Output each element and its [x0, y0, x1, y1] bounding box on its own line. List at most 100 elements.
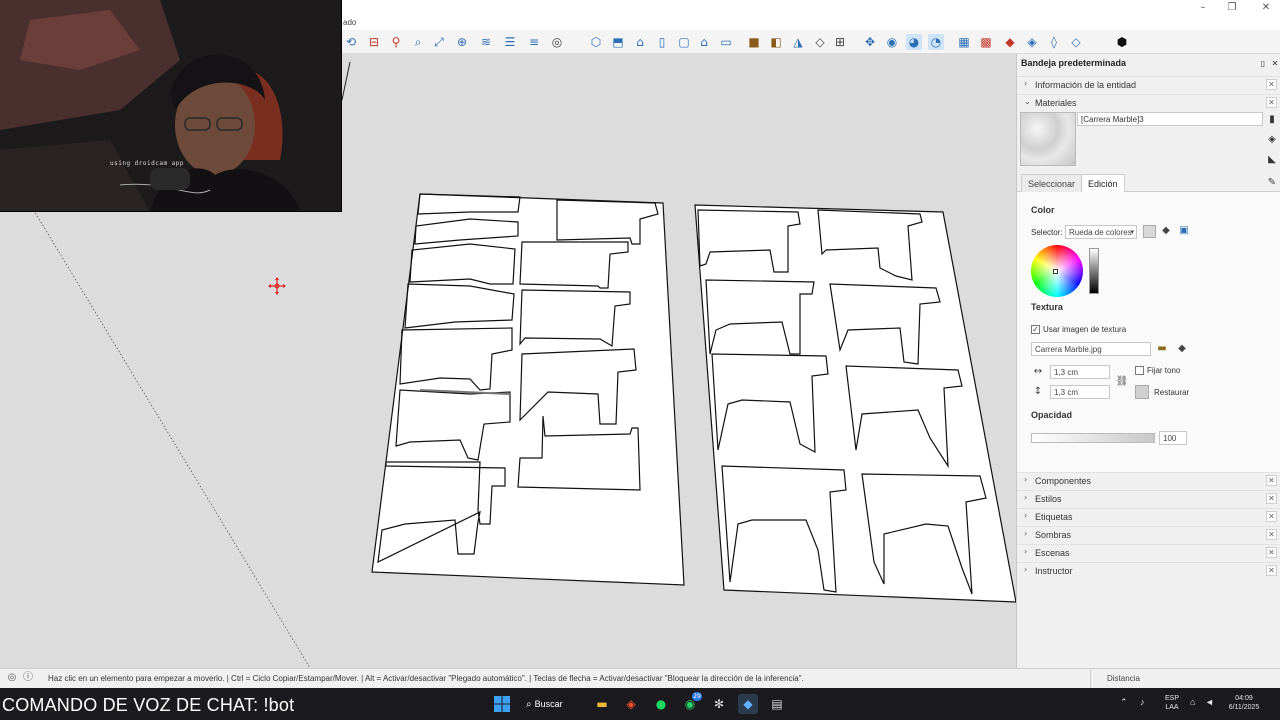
trim-icon[interactable]: ◊ — [1046, 34, 1062, 50]
orbit-active-icon[interactable]: ◕ — [906, 34, 922, 50]
material-name-field[interactable]: [Carrera Marble]3 — [1077, 112, 1263, 126]
texture-file-field[interactable]: Carrera Marble.jpg — [1031, 342, 1151, 356]
front-view-icon-glyph: ⌂ — [636, 35, 644, 49]
orbit-icon[interactable]: ⟲ — [343, 34, 359, 50]
section-icon[interactable]: ⊟ — [366, 34, 382, 50]
value-slider[interactable] — [1089, 248, 1099, 294]
styles-icon[interactable]: ≡ — [526, 34, 542, 50]
close-icon[interactable]: ✕ — [1266, 475, 1277, 486]
create-material-icon[interactable]: ◈ — [1266, 134, 1278, 146]
color-picker-marker[interactable] — [1053, 269, 1058, 274]
tab-select[interactable]: Seleccionar — [1021, 174, 1083, 192]
tab-edit[interactable]: Edición — [1081, 174, 1125, 192]
intersect-icon[interactable]: ◈ — [1024, 34, 1040, 50]
mdf-board-left[interactable] — [371, 193, 685, 586]
eyedropper-icon[interactable]: ✎ — [1265, 176, 1279, 190]
microphone-icon[interactable]: ♪ — [1140, 698, 1145, 707]
color-swatch[interactable] — [1143, 225, 1156, 238]
zoom-icon[interactable]: ⌕ — [410, 34, 426, 50]
close-icon[interactable]: ✕ — [1266, 97, 1277, 108]
left-view-icon[interactable]: ⌂ — [696, 34, 712, 50]
spotify-icon[interactable]: ● — [651, 694, 671, 714]
measurements-box[interactable]: Distancia — [1090, 669, 1270, 688]
selector-dropdown[interactable]: Rueda de colores ▾ — [1065, 225, 1137, 239]
back-view-icon[interactable]: ▢ — [676, 34, 692, 50]
grid-icon[interactable]: ▩ — [978, 34, 994, 50]
chevron-up-icon[interactable]: ⌃ — [1120, 698, 1128, 707]
app-window-icon[interactable]: ▤ — [767, 694, 787, 714]
close-icon[interactable]: ✕ — [1266, 79, 1277, 90]
sample-paint-icon[interactable]: ◣ — [1266, 154, 1278, 166]
sketchup-icon[interactable]: ◆ — [738, 694, 758, 714]
scale-icon[interactable]: ◉ — [884, 34, 900, 50]
tray-close-icon[interactable]: ✕ — [1269, 58, 1280, 70]
front-view-icon[interactable]: ⌂ — [632, 34, 648, 50]
link-aspect-icon[interactable]: ⛓ — [1115, 375, 1129, 389]
match-screen-icon[interactable]: ▣ — [1177, 224, 1191, 238]
fix-hue-checkbox[interactable] — [1135, 366, 1144, 375]
section-entity-info[interactable]: › Información de la entidad ✕ — [1017, 76, 1280, 92]
bottom-view-icon[interactable]: ▭ — [718, 34, 734, 50]
move-icon[interactable]: ✥ — [862, 34, 878, 50]
package-icon[interactable]: ◧ — [768, 34, 784, 50]
section-instructor[interactable]: › Instructor ✕ — [1017, 562, 1280, 578]
section-escenas[interactable]: › Escenas ✕ — [1017, 544, 1280, 560]
paint-icon[interactable]: ◮ — [790, 34, 806, 50]
close-button[interactable]: ✕ — [1256, 2, 1276, 14]
maximize-button[interactable]: ❐ — [1222, 2, 1242, 14]
top-view-icon[interactable]: ⬒ — [610, 34, 626, 50]
geo-location-icon[interactable]: ◎ — [6, 672, 18, 684]
file-explorer-icon[interactable]: ▬ — [592, 694, 612, 714]
chatgpt-icon[interactable]: ✻ — [709, 694, 729, 714]
pan-active-icon[interactable]: ◔ — [928, 34, 944, 50]
info-icon[interactable]: ⓘ — [22, 672, 34, 684]
sandbox-icon[interactable]: ▦ — [956, 34, 972, 50]
close-icon[interactable]: ✕ — [1266, 547, 1277, 558]
close-icon[interactable]: ✕ — [1266, 565, 1277, 576]
browse-folder-icon[interactable]: ▬ — [1155, 342, 1169, 356]
whatsapp-icon[interactable]: ◉ 29 — [680, 692, 702, 714]
walk-icon[interactable]: ⚲ — [388, 34, 404, 50]
network-icon[interactable]: ⌂ — [1190, 698, 1195, 707]
clock[interactable]: 04:09 6/11/2025 — [1222, 694, 1266, 712]
close-icon[interactable]: ✕ — [1266, 511, 1277, 522]
outer-shell-icon[interactable]: ◇ — [1068, 34, 1084, 50]
iso-view-icon[interactable]: ⬡ — [588, 34, 604, 50]
section-componentes[interactable]: › Componentes ✕ — [1017, 472, 1280, 488]
texture-height-field[interactable]: 1,3 cm — [1050, 385, 1110, 399]
minimize-button[interactable]: – — [1193, 2, 1213, 14]
close-icon[interactable]: ✕ — [1266, 529, 1277, 540]
section-materials[interactable]: ⌄ Materiales ✕ — [1017, 94, 1280, 110]
pin-icon[interactable]: ▯ — [1257, 58, 1269, 70]
opacity-slider[interactable] — [1031, 433, 1155, 443]
match-color-icon[interactable]: ◆ — [1159, 224, 1173, 238]
xray-icon[interactable]: ≋ — [478, 34, 494, 50]
mdf-board-right[interactable] — [694, 204, 1016, 603]
sketchup-logo-icon[interactable]: ⬢ — [1114, 34, 1130, 50]
volume-icon[interactable]: ◄ — [1205, 698, 1214, 707]
zoom-extents-icon[interactable]: ⤢ — [431, 34, 447, 50]
edit-texture-icon[interactable]: ◆ — [1175, 342, 1189, 356]
section-etiquetas[interactable]: › Etiquetas ✕ — [1017, 508, 1280, 524]
solid-tools-icon[interactable]: ◆ — [1002, 34, 1018, 50]
section-sombras[interactable]: › Sombras ✕ — [1017, 526, 1280, 542]
paint-bucket-icon[interactable]: ▮ — [1266, 114, 1278, 126]
right-view-icon[interactable]: ▯ — [654, 34, 670, 50]
language-indicator[interactable]: ESP LAA — [1160, 694, 1184, 712]
box-icon[interactable]: ■ — [746, 34, 762, 50]
reset-label[interactable]: Restaurar — [1154, 388, 1189, 397]
opacity-value-field[interactable]: 100 — [1159, 431, 1187, 445]
section-estilos[interactable]: › Estilos ✕ — [1017, 490, 1280, 506]
tape-icon[interactable]: ◇ — [812, 34, 828, 50]
profile-icon[interactable]: ◎ — [549, 34, 565, 50]
layers-icon[interactable]: ☰ — [502, 34, 518, 50]
brave-browser-icon[interactable]: ◈ — [621, 694, 641, 714]
outliner-icon[interactable]: ⊕ — [454, 34, 470, 50]
dimension-icon[interactable]: ⊞ — [832, 34, 848, 50]
use-texture-checkbox[interactable]: ✓ — [1031, 325, 1040, 334]
search-button[interactable]: ⌕ Buscar — [526, 694, 582, 714]
close-icon[interactable]: ✕ — [1266, 493, 1277, 504]
texture-width-field[interactable]: 1,3 cm — [1050, 365, 1110, 379]
reset-swatch[interactable] — [1135, 385, 1149, 399]
start-button[interactable] — [492, 694, 512, 714]
